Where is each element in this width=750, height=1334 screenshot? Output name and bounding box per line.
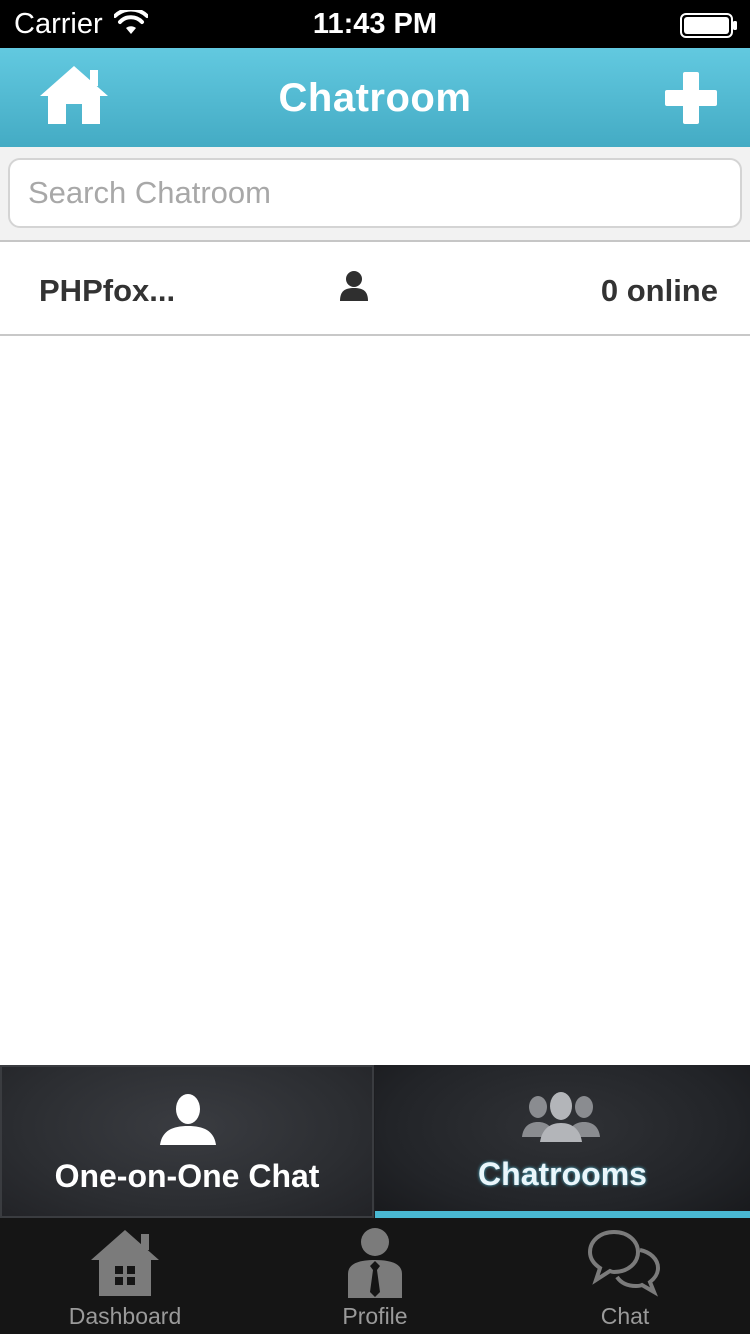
selected-tab-indicator bbox=[375, 1211, 750, 1218]
house-icon bbox=[91, 1230, 159, 1296]
person-tie-icon bbox=[348, 1228, 402, 1298]
tab-profile-label: Profile bbox=[342, 1303, 408, 1329]
tab-dashboard-label: Dashboard bbox=[68, 1303, 182, 1329]
tab-dashboard[interactable]: Dashboard bbox=[0, 1218, 250, 1334]
tab-one-on-one-label: One-on-One Chat bbox=[54, 1158, 320, 1194]
group-icon bbox=[522, 1092, 600, 1142]
tab-profile[interactable]: Profile bbox=[250, 1218, 500, 1334]
tab-one-on-one-chat[interactable]: One-on-One Chat bbox=[0, 1065, 374, 1218]
tab-chatrooms[interactable]: Chatrooms bbox=[375, 1065, 750, 1218]
battery-icon bbox=[680, 13, 737, 38]
search-input[interactable] bbox=[8, 158, 742, 228]
clock-label: 11:43 PM bbox=[312, 8, 438, 40]
chatroom-row[interactable]: PHPfox... 0 online bbox=[0, 244, 750, 336]
segmented-control: One-on-One Chat Chatrooms bbox=[0, 1065, 750, 1218]
user-icon bbox=[340, 271, 368, 301]
status-bar: Carrier 11:43 PM bbox=[0, 0, 750, 48]
person-icon bbox=[160, 1094, 216, 1145]
bottom-tab-bar: Dashboard Profile Chat bbox=[0, 1218, 750, 1334]
speech-bubbles-icon bbox=[587, 1229, 661, 1297]
navigation-bar: Chatroom bbox=[0, 48, 750, 147]
tab-chat-label: Chat bbox=[600, 1303, 650, 1329]
tab-chat[interactable]: Chat bbox=[500, 1218, 750, 1334]
search-bar bbox=[0, 147, 750, 242]
page-title: Chatroom bbox=[278, 76, 472, 120]
online-count: 0 online bbox=[600, 273, 718, 308]
plus-icon[interactable] bbox=[663, 70, 719, 126]
tab-chatrooms-label: Chatrooms bbox=[478, 1156, 647, 1192]
chatroom-name: PHPfox... bbox=[39, 273, 176, 308]
